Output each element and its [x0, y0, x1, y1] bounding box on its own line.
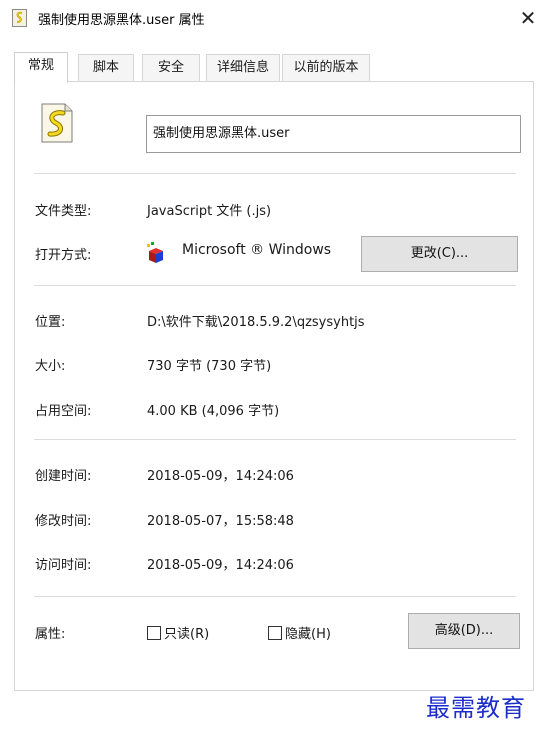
- modified-value: 2018-05-07，15:58:48: [147, 514, 294, 529]
- title-bar: 强制使用思源黑体.user 属性 ✕: [0, 0, 549, 36]
- hidden-checkbox-box[interactable]: [268, 626, 282, 640]
- divider: [34, 596, 516, 597]
- size-on-disk-label: 占用空间:: [35, 404, 92, 419]
- attributes-label: 属性:: [35, 627, 66, 642]
- tab-previous-versions[interactable]: 以前的版本: [282, 54, 370, 82]
- divider: [34, 439, 516, 440]
- divider: [34, 285, 516, 286]
- window-title: 强制使用思源黑体.user 属性: [38, 13, 205, 28]
- hidden-checkbox[interactable]: 隐藏(H): [268, 623, 331, 642]
- windows-script-host-icon: [147, 242, 163, 263]
- size-label: 大小:: [35, 359, 66, 374]
- script-file-icon: [12, 9, 27, 27]
- readonly-checkbox-box[interactable]: [147, 626, 161, 640]
- created-label: 创建时间:: [35, 469, 92, 484]
- file-type-label: 文件类型:: [35, 204, 92, 219]
- tab-general[interactable]: 常规: [14, 52, 68, 83]
- advanced-button[interactable]: 高级(D)...: [408, 613, 520, 649]
- file-type-value: JavaScript 文件 (.js): [147, 204, 272, 219]
- readonly-checkbox[interactable]: 只读(R): [147, 623, 210, 642]
- tab-security[interactable]: 安全: [142, 54, 200, 82]
- readonly-label: 只读(R): [164, 627, 210, 642]
- close-button[interactable]: ✕: [512, 4, 544, 32]
- location-label: 位置:: [35, 315, 66, 330]
- accessed-label: 访问时间:: [35, 558, 92, 573]
- close-icon: ✕: [519, 6, 537, 30]
- size-value: 730 字节 (730 字节): [147, 359, 272, 374]
- file-name-field[interactable]: 强制使用思源黑体.user: [146, 115, 521, 153]
- accessed-value: 2018-05-09，14:24:06: [147, 558, 294, 573]
- created-value: 2018-05-09，14:24:06: [147, 469, 294, 484]
- modified-label: 修改时间:: [35, 514, 92, 529]
- tab-script[interactable]: 脚本: [78, 54, 134, 82]
- script-file-large-icon: [41, 103, 73, 143]
- watermark-text: 最需教育: [426, 694, 526, 722]
- tab-details[interactable]: 详细信息: [206, 54, 280, 82]
- change-button[interactable]: 更改(C)...: [361, 236, 518, 272]
- open-with-label: 打开方式:: [35, 248, 92, 263]
- location-value: D:\软件下载\2018.5.9.2\qzsysyhtjs: [147, 315, 365, 330]
- size-on-disk-value: 4.00 KB (4,096 字节): [147, 404, 280, 419]
- open-with-value: Microsoft ® Windows: [182, 242, 332, 258]
- divider: [34, 173, 516, 174]
- hidden-label: 隐藏(H): [285, 627, 331, 642]
